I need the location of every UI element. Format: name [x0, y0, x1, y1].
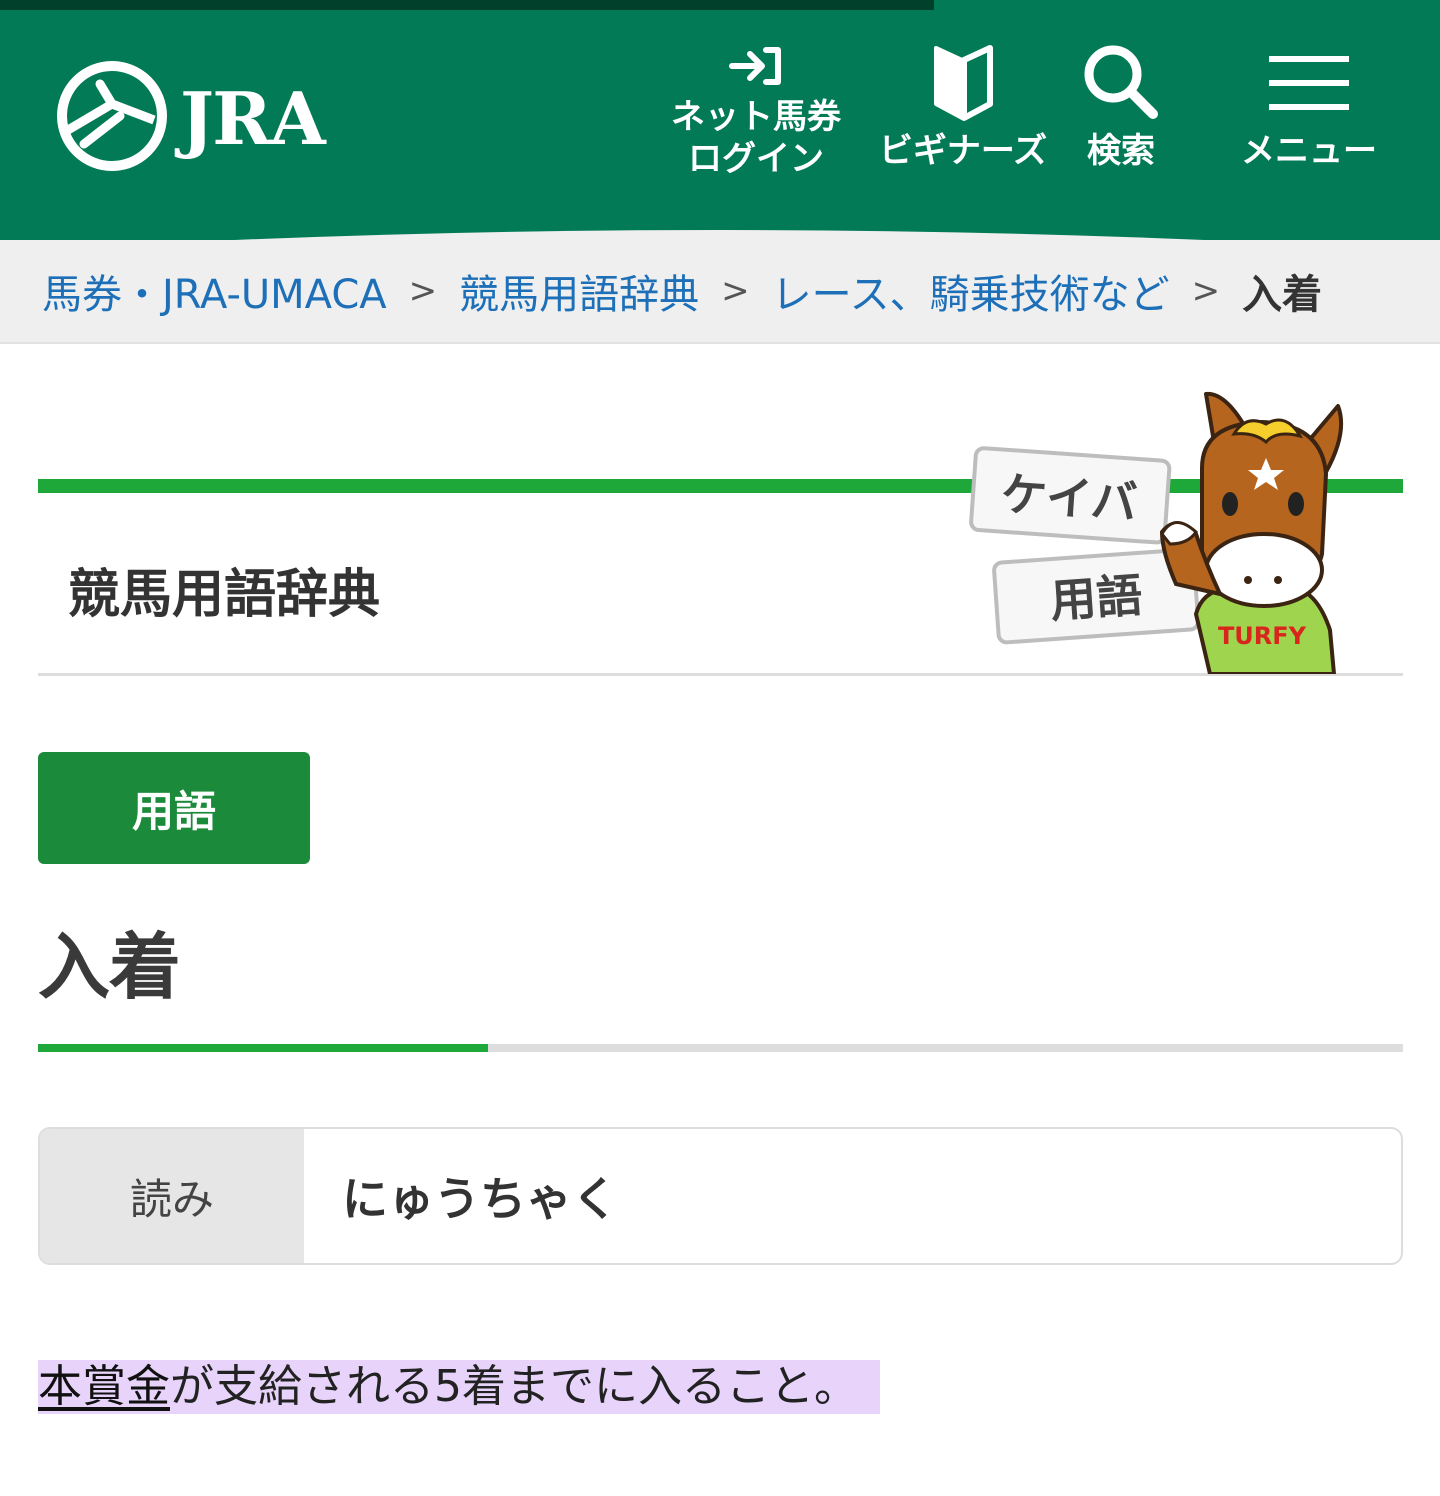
beginner-mark-icon [934, 45, 993, 121]
menu-label: メニュー [1241, 131, 1377, 171]
breadcrumb: 馬券・JRA-UMACA > 競馬用語辞典 > レース、騎乗技術など > 入着 [0, 240, 1440, 344]
mascot-sign-bottom: 用語 [1049, 568, 1145, 628]
search-label: 検索 [1087, 131, 1155, 171]
beginners-label: ビギナーズ [878, 131, 1048, 171]
jra-logo-text: JRA [180, 76, 326, 161]
login-arrow-icon [729, 47, 781, 85]
search-icon [1084, 45, 1158, 119]
hamburger-menu-icon [1269, 56, 1349, 110]
breadcrumb-separator: > [1191, 271, 1221, 311]
search-button[interactable]: 検索 [1070, 40, 1172, 172]
definition-text: が支給される5着までに入ること。 [170, 1361, 858, 1412]
mascot-sign-top: ケイバ [999, 467, 1139, 530]
mascot-shirt-text: TURFY [1218, 622, 1307, 650]
breadcrumb-link-race-techniques[interactable]: レース、騎乗技術など [772, 262, 1170, 320]
login-label-line2: ログイン [688, 139, 824, 179]
login-label-line1: ネット馬券 [671, 97, 841, 137]
dictionary-title: 競馬用語辞典 [68, 565, 381, 625]
beginners-button[interactable]: ビギナーズ [868, 40, 1058, 172]
reading-value: にゅうちゃく [342, 1172, 618, 1226]
turfy-mascot-icon: ケイバ 用語 TURFY [969, 391, 1344, 674]
reading-label: 読み [40, 1129, 304, 1263]
site-header: JRA ネット馬券 ログイン ビギナーズ 検索 メニュー [0, 0, 1440, 252]
definition-link-main-prize[interactable]: 本賞金 [38, 1361, 170, 1412]
reading-box: 読み にゅうちゃく [38, 1127, 1403, 1265]
breadcrumb-separator: > [721, 271, 750, 311]
page-load-progress [0, 0, 934, 10]
breadcrumb-link-umaca[interactable]: 馬券・JRA-UMACA [42, 262, 387, 320]
net-ticket-login-button[interactable]: ネット馬券 ログイン [660, 44, 852, 180]
term-category-badge: 用語 [38, 752, 310, 864]
breadcrumb-link-dictionary[interactable]: 競馬用語辞典 [459, 262, 699, 320]
term-title: 入着 [38, 925, 181, 1009]
breadcrumb-separator: > [408, 271, 438, 311]
breadcrumb-current: 入着 [1242, 272, 1323, 318]
menu-button[interactable]: メニュー [1224, 40, 1394, 172]
term-divider-accent [38, 1044, 488, 1052]
term-definition: 本賞金が支給される5着までに入ること。 [38, 1360, 880, 1414]
